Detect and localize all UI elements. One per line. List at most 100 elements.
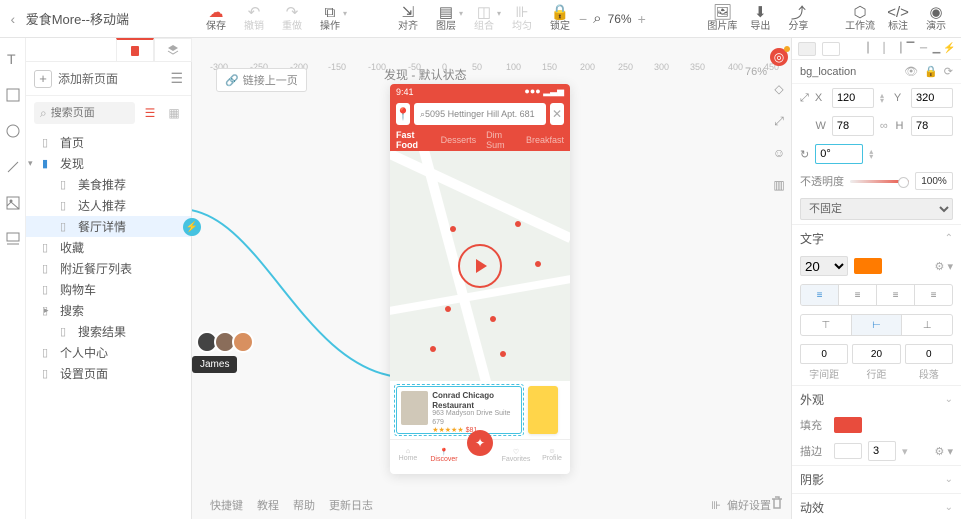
back-button[interactable]: ‹	[0, 11, 26, 27]
stroke-settings-icon[interactable]: ⚙ ▾	[935, 445, 953, 458]
opacity-value[interactable]: 100%	[915, 172, 953, 190]
shadow-section[interactable]: 阴影	[800, 471, 824, 488]
align-right-icon[interactable]: ▕	[892, 43, 903, 54]
rotation-input[interactable]	[815, 144, 863, 164]
center-action-button[interactable]: ✦	[467, 430, 493, 456]
link-previous-page[interactable]: 🔗链接上一页	[216, 68, 307, 92]
image-library-button[interactable]: 🖼图片库	[703, 3, 741, 32]
page-food-rec[interactable]: ▯美食推荐	[26, 174, 191, 195]
font-size-select[interactable]: 20	[800, 256, 848, 276]
align-center-icon[interactable]: │	[879, 43, 890, 54]
valign-bottom[interactable]: ⊥	[902, 315, 952, 335]
page-profile[interactable]: ▯个人中心	[26, 342, 191, 363]
refresh-icon[interactable]: ⟳	[944, 65, 953, 78]
resize-icon[interactable]: ⤢	[770, 112, 788, 130]
save-button[interactable]: ☁保存	[197, 3, 235, 32]
restaurant-card-next[interactable]	[528, 386, 558, 434]
shortcuts-link[interactable]: 快捷键	[210, 497, 243, 513]
inspector-toggle[interactable]: ◎	[770, 48, 788, 66]
location-icon[interactable]: 📍	[396, 103, 410, 125]
tutorial-link[interactable]: 教程	[257, 497, 279, 513]
stroke-width-input[interactable]	[868, 441, 896, 461]
align-middle-icon[interactable]: ─	[918, 43, 929, 54]
folder-search[interactable]: ▸▯搜索	[26, 300, 191, 321]
align-right[interactable]: ≡	[877, 285, 915, 305]
circle-tool[interactable]	[4, 122, 22, 140]
interactions-tab[interactable]	[822, 42, 840, 56]
distribute-button[interactable]: ⊪均匀	[503, 3, 541, 32]
category-tabs[interactable]: Fast FoodDessertsDim SumBreakfast	[390, 129, 570, 151]
zoom-search-icon[interactable]: ⌕	[593, 10, 601, 27]
align-center[interactable]: ≡	[839, 285, 877, 305]
slider-icon[interactable]: ⊪	[711, 499, 721, 512]
page-expert-rec[interactable]: ▯达人推荐	[26, 195, 191, 216]
bottom-nav[interactable]: ⌂Home 📍Discover ♡Favorites ☺Profile ✦	[390, 439, 570, 474]
align-left[interactable]: ≡	[801, 285, 839, 305]
add-page-button[interactable]: +	[34, 70, 52, 88]
page-home[interactable]: ▯首页	[26, 132, 191, 153]
align-left-icon[interactable]: ▏	[866, 43, 877, 54]
panel-icon[interactable]: ▥	[770, 176, 788, 194]
restaurant-card[interactable]: Conrad Chicago Restaurant 963 Madyson Dr…	[396, 386, 522, 434]
trash-icon[interactable]	[769, 495, 785, 511]
components-panel-icon[interactable]: ◇	[770, 80, 788, 98]
link-wh-icon[interactable]: ∞	[880, 120, 890, 132]
zoom-out[interactable]: −	[579, 11, 587, 27]
align-top-icon[interactable]: ▔	[905, 43, 916, 54]
zoom-level[interactable]: 76%	[608, 12, 632, 26]
emoji-icon[interactable]: ☺	[770, 144, 788, 162]
preferences-link[interactable]: 偏好设置	[727, 497, 771, 513]
map-view[interactable]	[390, 151, 570, 381]
zoom-in[interactable]: +	[638, 11, 646, 27]
align-justify[interactable]: ≡	[915, 285, 952, 305]
redo-button[interactable]: ↷重做	[273, 3, 311, 32]
effect-section[interactable]: 动效	[800, 499, 824, 516]
valign-top[interactable]: ⊤	[801, 315, 852, 335]
line-tool[interactable]	[4, 158, 22, 176]
expand-icon[interactable]: ⤢	[800, 92, 809, 105]
collaborator-avatars[interactable]	[196, 331, 250, 353]
address-field[interactable]: ⌕ 5095 Hettinger Hill Apt. 681	[414, 103, 546, 125]
image-tool[interactable]	[4, 194, 22, 212]
interaction-indicator[interactable]: ⚡	[183, 218, 201, 236]
properties-tab[interactable]	[798, 42, 816, 56]
pin-select[interactable]: 不固定	[800, 198, 953, 220]
avatar[interactable]	[232, 331, 254, 353]
align-menu[interactable]: ⇲对齐	[389, 3, 427, 32]
h-input[interactable]	[911, 116, 953, 136]
group-menu[interactable]: ◫组合	[465, 3, 503, 32]
export-button[interactable]: ⬇导出	[741, 3, 779, 32]
element-name[interactable]: bg_location	[800, 66, 856, 78]
page-nearby[interactable]: ▯附近餐厅列表	[26, 258, 191, 279]
para-spacing-input[interactable]	[905, 344, 953, 364]
pages-options-icon[interactable]: ☰	[170, 70, 183, 87]
stroke-swatch[interactable]	[834, 443, 862, 459]
search-pages-input[interactable]: ⌕	[34, 102, 135, 124]
align-bottom-icon[interactable]: ▁	[931, 43, 942, 54]
line-height-input[interactable]	[852, 344, 900, 364]
page-cart[interactable]: ▯购物车	[26, 279, 191, 300]
text-section[interactable]: 文字	[800, 230, 824, 247]
valign-middle[interactable]: ⊢	[852, 315, 903, 335]
appearance-section[interactable]: 外观	[800, 391, 824, 408]
layer-menu[interactable]: ▤图层	[427, 3, 465, 32]
undo-button[interactable]: ↶撤销	[235, 3, 273, 32]
w-input[interactable]	[832, 116, 874, 136]
page-search-results[interactable]: ▯搜索结果	[26, 321, 191, 342]
lightning-icon[interactable]: ⚡	[944, 43, 955, 54]
text-tool[interactable]: T	[4, 50, 22, 68]
visibility-icon[interactable]: 👁	[904, 65, 918, 78]
workflow-button[interactable]: ⬡工作流	[841, 3, 879, 32]
char-spacing-input[interactable]	[800, 344, 848, 364]
changelog-link[interactable]: 更新日志	[329, 497, 373, 513]
pages-tab[interactable]	[116, 38, 154, 61]
clear-icon[interactable]: ✕	[550, 103, 564, 125]
y-input[interactable]	[911, 88, 953, 108]
share-button[interactable]: ⤴分享	[779, 3, 817, 32]
play-overlay[interactable]	[458, 244, 502, 288]
opacity-slider[interactable]	[850, 180, 909, 183]
list-view-toggle[interactable]: ☰	[141, 104, 159, 122]
folder-discover[interactable]: ▾▮发现	[26, 153, 191, 174]
x-input[interactable]	[832, 88, 874, 108]
text-align-group[interactable]: ≡ ≡ ≡ ≡	[800, 284, 953, 306]
